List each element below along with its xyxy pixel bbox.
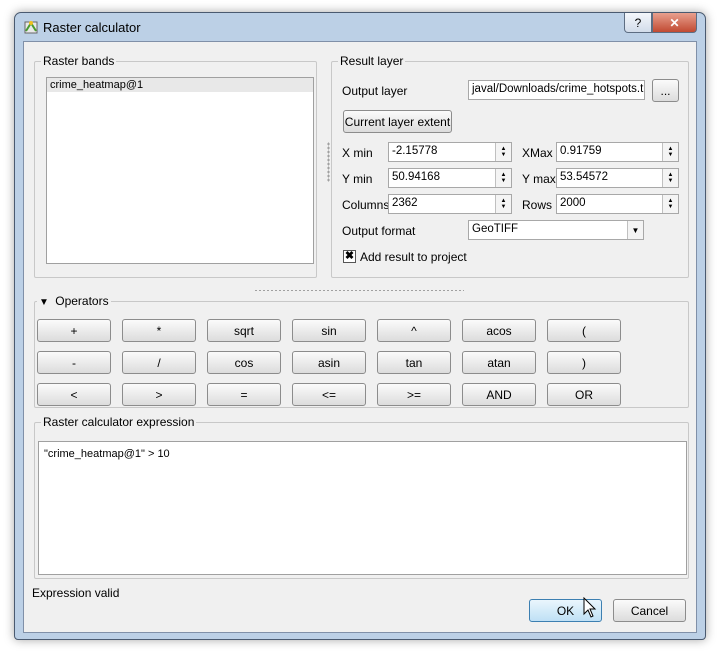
expression-editor[interactable]: "crime_heatmap@1" > 10 [38, 441, 687, 575]
horizontal-splitter[interactable] [254, 289, 464, 292]
operator-button-greater-than[interactable]: > [122, 383, 196, 406]
operators-title[interactable]: ▼ Operators [37, 294, 111, 308]
browse-button[interactable]: ... [652, 79, 679, 102]
operator-button-greater-equal[interactable]: >= [377, 383, 451, 406]
operator-button-or[interactable]: OR [547, 383, 621, 406]
operator-button-less-equal[interactable]: <= [292, 383, 366, 406]
xmin-label: X min [342, 146, 373, 160]
operator-button-sqrt[interactable]: sqrt [207, 319, 281, 342]
add-result-label: Add result to project [360, 250, 467, 264]
output-format-select[interactable]: GeoTIFF ▼ [468, 220, 644, 240]
ymin-value: 50.94168 [392, 171, 440, 183]
spin-arrows-icon[interactable]: ▲ ▼ [662, 143, 678, 161]
spin-arrows-icon[interactable]: ▲ ▼ [662, 195, 678, 213]
qgis-calculator-icon [24, 21, 38, 34]
result-layer-group: Result layer Output layer javal/Download… [331, 54, 689, 278]
chevron-down-icon[interactable]: ▼ [627, 221, 643, 239]
help-button[interactable]: ? [624, 13, 652, 33]
operator-button-equals[interactable]: = [207, 383, 281, 406]
expression-title: Raster calculator expression [41, 415, 197, 429]
raster-calculator-window: Raster calculator ? ✕ Raster bands crime… [14, 12, 706, 640]
xmin-spinbox[interactable]: -2.15778 ▲ ▼ [388, 142, 512, 162]
spin-arrows-icon[interactable]: ▲ ▼ [495, 195, 511, 213]
window-title: Raster calculator [43, 20, 141, 35]
spin-arrows-icon[interactable]: ▲ ▼ [495, 169, 511, 187]
result-layer-title: Result layer [338, 54, 406, 68]
raster-bands-list[interactable]: crime_heatmap@1 [46, 77, 314, 264]
spin-arrows-icon[interactable]: ▲ ▼ [662, 169, 678, 187]
operator-button-minus[interactable]: - [37, 351, 111, 374]
raster-bands-title: Raster bands [41, 54, 117, 68]
expression-status: Expression valid [32, 586, 120, 600]
rows-label: Rows [522, 198, 553, 212]
xmax-spinbox[interactable]: 0.91759 ▲ ▼ [556, 142, 679, 162]
raster-band-item[interactable]: crime_heatmap@1 [47, 78, 313, 92]
operators-group: ▼ Operators + * sqrt sin ^ acos ( - / co… [34, 294, 689, 408]
operator-button-plus[interactable]: + [37, 319, 111, 342]
operator-button-power[interactable]: ^ [377, 319, 451, 342]
expression-group: Raster calculator expression "crime_heat… [34, 415, 689, 579]
ymin-spinbox[interactable]: 50.94168 ▲ ▼ [388, 168, 512, 188]
operator-button-asin[interactable]: asin [292, 351, 366, 374]
operator-button-and[interactable]: AND [462, 383, 536, 406]
operator-button-tan[interactable]: tan [377, 351, 451, 374]
columns-label: Columns [342, 198, 390, 212]
operator-button-close-paren[interactable]: ) [547, 351, 621, 374]
columns-value: 2362 [392, 197, 418, 209]
operator-button-atan[interactable]: atan [462, 351, 536, 374]
spin-arrows-icon[interactable]: ▲ ▼ [495, 143, 511, 161]
mouse-pointer-icon [583, 597, 597, 618]
raster-bands-group: Raster bands crime_heatmap@1 [34, 54, 317, 278]
xmax-value: 0.91759 [560, 145, 602, 157]
current-layer-extent-button[interactable]: Current layer extent [343, 110, 452, 133]
operator-button-open-paren[interactable]: ( [547, 319, 621, 342]
operator-button-acos[interactable]: acos [462, 319, 536, 342]
operator-button-sin[interactable]: sin [292, 319, 366, 342]
operator-button-multiply[interactable]: * [122, 319, 196, 342]
ymax-spinbox[interactable]: 53.54572 ▲ ▼ [556, 168, 679, 188]
operator-button-divide[interactable]: / [122, 351, 196, 374]
operator-button-less-than[interactable]: < [37, 383, 111, 406]
output-layer-field[interactable]: javal/Downloads/crime_hotspots.tif [468, 80, 645, 100]
output-layer-label: Output layer [342, 84, 408, 98]
rows-spinbox[interactable]: 2000 ▲ ▼ [556, 194, 679, 214]
ymax-value: 53.54572 [560, 171, 608, 183]
triangle-down-icon: ▼ [39, 297, 49, 308]
dialog-body: Raster bands crime_heatmap@1 Result laye… [23, 41, 697, 633]
vertical-splitter[interactable] [327, 142, 330, 182]
add-result-checkbox[interactable]: ✖ [343, 250, 356, 263]
output-format-label: Output format [342, 224, 416, 238]
cancel-button[interactable]: Cancel [613, 599, 686, 622]
ymin-label: Y min [342, 172, 373, 186]
title-bar[interactable]: Raster calculator ? ✕ [15, 13, 705, 41]
ymax-label: Y max [522, 172, 556, 186]
close-button[interactable]: ✕ [652, 13, 697, 33]
operators-title-text: Operators [55, 294, 109, 308]
columns-spinbox[interactable]: 2362 ▲ ▼ [388, 194, 512, 214]
operator-button-cos[interactable]: cos [207, 351, 281, 374]
output-format-value: GeoTIFF [472, 223, 519, 235]
xmax-label: XMax [522, 146, 553, 160]
xmin-value: -2.15778 [392, 145, 438, 157]
rows-value: 2000 [560, 197, 586, 209]
